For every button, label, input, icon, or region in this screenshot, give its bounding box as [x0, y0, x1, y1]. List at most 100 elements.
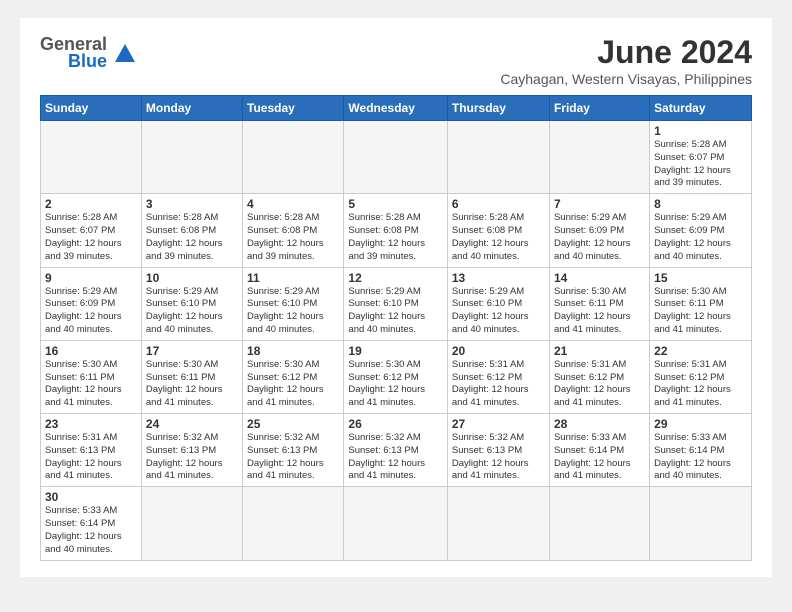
- day-number: 26: [348, 417, 442, 431]
- table-row: 12Sunrise: 5:29 AM Sunset: 6:10 PM Dayli…: [344, 267, 447, 340]
- day-info: Sunrise: 5:32 AM Sunset: 6:13 PM Dayligh…: [247, 432, 339, 483]
- logo-triangle-icon: [114, 42, 136, 64]
- table-row: 9Sunrise: 5:29 AM Sunset: 6:09 PM Daylig…: [41, 267, 142, 340]
- calendar-week-6: 30Sunrise: 5:33 AM Sunset: 6:14 PM Dayli…: [41, 487, 752, 560]
- day-number: 2: [45, 197, 137, 211]
- table-row: 15Sunrise: 5:30 AM Sunset: 6:11 PM Dayli…: [650, 267, 752, 340]
- day-info: Sunrise: 5:29 AM Sunset: 6:09 PM Dayligh…: [45, 286, 137, 337]
- day-info: Sunrise: 5:30 AM Sunset: 6:11 PM Dayligh…: [654, 286, 747, 337]
- day-number: 1: [654, 124, 747, 138]
- table-row: 25Sunrise: 5:32 AM Sunset: 6:13 PM Dayli…: [243, 414, 344, 487]
- table-row: [549, 487, 649, 560]
- col-thursday: Thursday: [447, 96, 549, 121]
- day-number: 11: [247, 271, 339, 285]
- day-info: Sunrise: 5:28 AM Sunset: 6:08 PM Dayligh…: [247, 212, 339, 263]
- day-number: 4: [247, 197, 339, 211]
- page: General Blue June 2024 Cayhagan, Western…: [20, 18, 772, 577]
- table-row: 8Sunrise: 5:29 AM Sunset: 6:09 PM Daylig…: [650, 194, 752, 267]
- day-number: 20: [452, 344, 545, 358]
- day-info: Sunrise: 5:30 AM Sunset: 6:12 PM Dayligh…: [247, 359, 339, 410]
- table-row: 7Sunrise: 5:29 AM Sunset: 6:09 PM Daylig…: [549, 194, 649, 267]
- calendar-week-4: 16Sunrise: 5:30 AM Sunset: 6:11 PM Dayli…: [41, 340, 752, 413]
- table-row: [141, 121, 242, 194]
- day-number: 28: [554, 417, 645, 431]
- day-number: 8: [654, 197, 747, 211]
- table-row: 11Sunrise: 5:29 AM Sunset: 6:10 PM Dayli…: [243, 267, 344, 340]
- day-number: 27: [452, 417, 545, 431]
- day-number: 12: [348, 271, 442, 285]
- calendar-week-5: 23Sunrise: 5:31 AM Sunset: 6:13 PM Dayli…: [41, 414, 752, 487]
- table-row: 21Sunrise: 5:31 AM Sunset: 6:12 PM Dayli…: [549, 340, 649, 413]
- calendar-header-row: Sunday Monday Tuesday Wednesday Thursday…: [41, 96, 752, 121]
- day-number: 14: [554, 271, 645, 285]
- col-tuesday: Tuesday: [243, 96, 344, 121]
- day-info: Sunrise: 5:28 AM Sunset: 6:08 PM Dayligh…: [146, 212, 238, 263]
- day-number: 25: [247, 417, 339, 431]
- day-number: 6: [452, 197, 545, 211]
- table-row: 18Sunrise: 5:30 AM Sunset: 6:12 PM Dayli…: [243, 340, 344, 413]
- day-info: Sunrise: 5:28 AM Sunset: 6:07 PM Dayligh…: [654, 139, 747, 190]
- day-info: Sunrise: 5:29 AM Sunset: 6:10 PM Dayligh…: [452, 286, 545, 337]
- table-row: 1Sunrise: 5:28 AM Sunset: 6:07 PM Daylig…: [650, 121, 752, 194]
- table-row: 3Sunrise: 5:28 AM Sunset: 6:08 PM Daylig…: [141, 194, 242, 267]
- day-number: 5: [348, 197, 442, 211]
- table-row: [650, 487, 752, 560]
- table-row: 19Sunrise: 5:30 AM Sunset: 6:12 PM Dayli…: [344, 340, 447, 413]
- table-row: [549, 121, 649, 194]
- logo-blue: Blue: [68, 51, 107, 72]
- day-info: Sunrise: 5:28 AM Sunset: 6:08 PM Dayligh…: [452, 212, 545, 263]
- day-info: Sunrise: 5:32 AM Sunset: 6:13 PM Dayligh…: [348, 432, 442, 483]
- calendar-week-3: 9Sunrise: 5:29 AM Sunset: 6:09 PM Daylig…: [41, 267, 752, 340]
- day-number: 22: [654, 344, 747, 358]
- table-row: [243, 487, 344, 560]
- table-row: 22Sunrise: 5:31 AM Sunset: 6:12 PM Dayli…: [650, 340, 752, 413]
- col-friday: Friday: [549, 96, 649, 121]
- day-number: 29: [654, 417, 747, 431]
- calendar: Sunday Monday Tuesday Wednesday Thursday…: [40, 95, 752, 561]
- day-info: Sunrise: 5:33 AM Sunset: 6:14 PM Dayligh…: [45, 505, 137, 556]
- table-row: 17Sunrise: 5:30 AM Sunset: 6:11 PM Dayli…: [141, 340, 242, 413]
- day-info: Sunrise: 5:31 AM Sunset: 6:12 PM Dayligh…: [452, 359, 545, 410]
- calendar-week-1: 1Sunrise: 5:28 AM Sunset: 6:07 PM Daylig…: [41, 121, 752, 194]
- calendar-week-2: 2Sunrise: 5:28 AM Sunset: 6:07 PM Daylig…: [41, 194, 752, 267]
- table-row: 10Sunrise: 5:29 AM Sunset: 6:10 PM Dayli…: [141, 267, 242, 340]
- table-row: 26Sunrise: 5:32 AM Sunset: 6:13 PM Dayli…: [344, 414, 447, 487]
- table-row: [447, 487, 549, 560]
- day-info: Sunrise: 5:30 AM Sunset: 6:12 PM Dayligh…: [348, 359, 442, 410]
- location: Cayhagan, Western Visayas, Philippines: [500, 71, 752, 87]
- col-monday: Monday: [141, 96, 242, 121]
- day-number: 17: [146, 344, 238, 358]
- col-sunday: Sunday: [41, 96, 142, 121]
- logo: General Blue: [40, 34, 136, 72]
- day-info: Sunrise: 5:28 AM Sunset: 6:08 PM Dayligh…: [348, 212, 442, 263]
- day-number: 21: [554, 344, 645, 358]
- day-info: Sunrise: 5:31 AM Sunset: 6:12 PM Dayligh…: [654, 359, 747, 410]
- day-number: 16: [45, 344, 137, 358]
- table-row: [344, 121, 447, 194]
- table-row: 14Sunrise: 5:30 AM Sunset: 6:11 PM Dayli…: [549, 267, 649, 340]
- day-number: 24: [146, 417, 238, 431]
- table-row: 4Sunrise: 5:28 AM Sunset: 6:08 PM Daylig…: [243, 194, 344, 267]
- table-row: [447, 121, 549, 194]
- table-row: 6Sunrise: 5:28 AM Sunset: 6:08 PM Daylig…: [447, 194, 549, 267]
- day-info: Sunrise: 5:30 AM Sunset: 6:11 PM Dayligh…: [45, 359, 137, 410]
- day-number: 18: [247, 344, 339, 358]
- month-year: June 2024: [500, 34, 752, 71]
- day-info: Sunrise: 5:31 AM Sunset: 6:12 PM Dayligh…: [554, 359, 645, 410]
- col-wednesday: Wednesday: [344, 96, 447, 121]
- day-number: 15: [654, 271, 747, 285]
- day-info: Sunrise: 5:28 AM Sunset: 6:07 PM Dayligh…: [45, 212, 137, 263]
- day-number: 30: [45, 490, 137, 504]
- table-row: 30Sunrise: 5:33 AM Sunset: 6:14 PM Dayli…: [41, 487, 142, 560]
- table-row: 2Sunrise: 5:28 AM Sunset: 6:07 PM Daylig…: [41, 194, 142, 267]
- day-info: Sunrise: 5:29 AM Sunset: 6:10 PM Dayligh…: [146, 286, 238, 337]
- table-row: [41, 121, 142, 194]
- day-info: Sunrise: 5:33 AM Sunset: 6:14 PM Dayligh…: [554, 432, 645, 483]
- day-info: Sunrise: 5:32 AM Sunset: 6:13 PM Dayligh…: [452, 432, 545, 483]
- table-row: 16Sunrise: 5:30 AM Sunset: 6:11 PM Dayli…: [41, 340, 142, 413]
- table-row: 20Sunrise: 5:31 AM Sunset: 6:12 PM Dayli…: [447, 340, 549, 413]
- day-info: Sunrise: 5:30 AM Sunset: 6:11 PM Dayligh…: [554, 286, 645, 337]
- header: General Blue June 2024 Cayhagan, Western…: [40, 34, 752, 87]
- table-row: [141, 487, 242, 560]
- day-info: Sunrise: 5:32 AM Sunset: 6:13 PM Dayligh…: [146, 432, 238, 483]
